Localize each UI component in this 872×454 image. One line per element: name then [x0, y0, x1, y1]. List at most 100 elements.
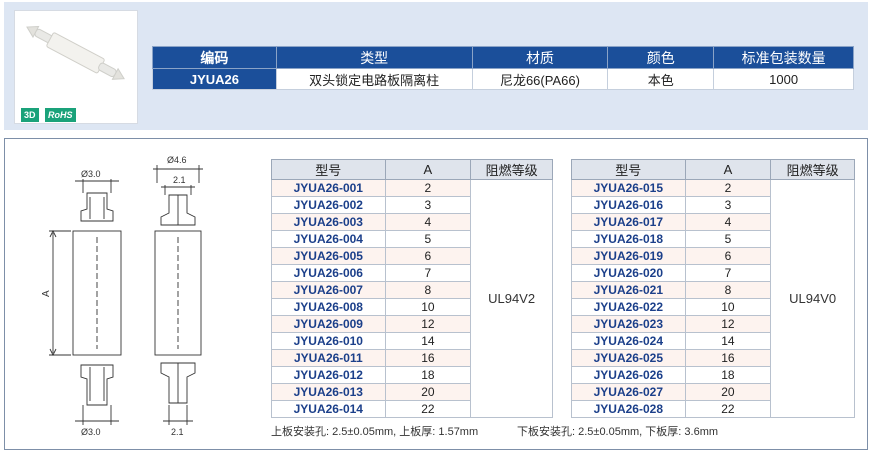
model-cell: JYUA26-027	[571, 383, 686, 401]
spec-header-code: 编码	[152, 46, 277, 69]
rohs-badge: RoHS	[45, 108, 76, 122]
a-value-cell: 4	[384, 213, 472, 231]
a-value-cell: 7	[384, 264, 472, 282]
header-rating: 阻燃等级	[470, 159, 553, 180]
a-value-cell: 16	[684, 349, 772, 367]
a-value-cell: 18	[384, 366, 472, 384]
spec-package-qty: 1000	[713, 68, 854, 90]
model-cell: JYUA26-011	[271, 349, 386, 367]
spec-header-row: 编码 类型 材质 颜色 标准包装数量	[152, 46, 854, 69]
a-value-cell: 20	[684, 383, 772, 401]
a-value-cell: 22	[384, 400, 472, 418]
dim-bottom-right: 2.1	[171, 427, 184, 437]
header-model: 型号	[571, 159, 686, 180]
a-value-cell: 22	[684, 400, 772, 418]
detail-panel: Ø3.0 Ø4.6 2.1 Ø3.0 2.1 A 型号 A 阻燃等级 JYUA2…	[4, 138, 868, 450]
spec-header-material: 材质	[471, 46, 609, 69]
header-a: A	[384, 159, 472, 180]
model-cell: JYUA26-010	[271, 332, 386, 350]
part-table-left-header: 型号 A 阻燃等级	[271, 159, 553, 180]
spec-table: 编码 类型 材质 颜色 标准包装数量 JYUA26 双头锁定电路板隔离柱 尼龙6…	[152, 46, 854, 90]
a-value-cell: 10	[684, 298, 772, 316]
a-value-cell: 8	[384, 281, 472, 299]
model-cell: JYUA26-018	[571, 230, 686, 248]
spec-material: 尼龙66(PA66)	[471, 68, 609, 90]
part-table-left-body: JYUA26-001 2 UL94V2 JYUA26-002 3 JYUA26-003 4 J…	[271, 179, 553, 418]
model-cell: JYUA26-002	[271, 196, 386, 214]
a-value-cell: 8	[684, 281, 772, 299]
a-value-cell: 14	[384, 332, 472, 350]
part-table-right-header: 型号 A 阻燃等级	[571, 159, 855, 180]
model-cell: JYUA26-023	[571, 315, 686, 333]
table-row: JYUA26-001 2 UL94V2	[271, 179, 553, 418]
a-value-cell: 2	[384, 179, 472, 197]
model-cell: JYUA26-021	[571, 281, 686, 299]
a-value-cell: 5	[384, 230, 472, 248]
model-cell: JYUA26-001	[271, 179, 386, 197]
model-cell: JYUA26-017	[571, 213, 686, 231]
part-table-right: 型号 A 阻燃等级 JYUA26-015 2 UL94V0 JYUA26-016 3 JY…	[571, 159, 855, 418]
product-image: 3D RoHS	[14, 10, 138, 124]
a-value-cell: 14	[684, 332, 772, 350]
a-value-cell: 20	[384, 383, 472, 401]
model-cell: JYUA26-020	[571, 264, 686, 282]
technical-drawing: Ø3.0 Ø4.6 2.1 Ø3.0 2.1 A	[41, 155, 203, 437]
part-table-left: 型号 A 阻燃等级 JYUA26-001 2 UL94V2 JYUA26-002 3 JY…	[271, 159, 553, 418]
product-header-panel: 3D RoHS 编码 类型 材质 颜色 标准包装数量 JYUA26 双头锁定电路…	[4, 2, 868, 130]
model-cell: JYUA26-026	[571, 366, 686, 384]
model-cell: JYUA26-014	[271, 400, 386, 418]
model-cell: JYUA26-015	[571, 179, 686, 197]
header-a: A	[684, 159, 772, 180]
spec-header-type: 类型	[275, 46, 473, 69]
a-value-cell: 10	[384, 298, 472, 316]
a-value-cell: 3	[684, 196, 772, 214]
spec-color: 本色	[607, 68, 715, 90]
3d-badge: 3D	[21, 108, 39, 122]
spec-header-package: 标准包装数量	[713, 46, 854, 69]
table-row: JYUA26-015 2 UL94V0	[571, 179, 855, 418]
spec-type: 双头锁定电路板隔离柱	[275, 68, 473, 90]
model-cell: JYUA26-004	[271, 230, 386, 248]
a-value-cell: 18	[684, 366, 772, 384]
spacer-photo	[26, 25, 125, 80]
a-value-cell: 6	[684, 247, 772, 265]
model-cell: JYUA26-028	[571, 400, 686, 418]
a-value-cell: 4	[684, 213, 772, 231]
model-cell: JYUA26-012	[271, 366, 386, 384]
dim-top-right-outer: Ø4.6	[167, 155, 187, 165]
a-value-cell: 16	[384, 349, 472, 367]
dim-bottom-left: Ø3.0	[81, 427, 101, 437]
rating-cell: UL94V0	[770, 179, 855, 418]
a-value-cell: 7	[684, 264, 772, 282]
a-value-cell: 3	[384, 196, 472, 214]
lower-board-note: 下板安装孔: 2.5±0.05mm, 下板厚: 3.6mm	[517, 426, 719, 438]
model-cell: JYUA26-025	[571, 349, 686, 367]
model-cell: JYUA26-009	[271, 315, 386, 333]
spec-code: JYUA26	[152, 68, 277, 90]
model-cell: JYUA26-007	[271, 281, 386, 299]
model-cell: JYUA26-008	[271, 298, 386, 316]
spec-header-color: 颜色	[607, 46, 715, 69]
a-value-cell: 12	[684, 315, 772, 333]
model-cell: JYUA26-016	[571, 196, 686, 214]
part-table-right-body: JYUA26-015 2 UL94V0 JYUA26-016 3 JYUA26-017 4 J…	[571, 179, 855, 418]
spec-data-row: JYUA26 双头锁定电路板隔离柱 尼龙66(PA66) 本色 1000	[152, 68, 854, 90]
model-cell: JYUA26-013	[271, 383, 386, 401]
a-value-cell: 6	[384, 247, 472, 265]
rating-cell: UL94V2	[470, 179, 553, 418]
dim-top-right-inner: 2.1	[173, 175, 186, 185]
header-model: 型号	[271, 159, 386, 180]
header-rating: 阻燃等级	[770, 159, 855, 180]
model-cell: JYUA26-005	[271, 247, 386, 265]
model-cell: JYUA26-006	[271, 264, 386, 282]
model-cell: JYUA26-024	[571, 332, 686, 350]
a-value-cell: 12	[384, 315, 472, 333]
model-cell: JYUA26-003	[271, 213, 386, 231]
a-value-cell: 2	[684, 179, 772, 197]
model-cell: JYUA26-022	[571, 298, 686, 316]
model-cell: JYUA26-019	[571, 247, 686, 265]
dim-side-a: A	[41, 290, 52, 297]
dim-top-left: Ø3.0	[81, 169, 101, 179]
a-value-cell: 5	[684, 230, 772, 248]
upper-board-note: 上板安装孔: 2.5±0.05mm, 上板厚: 1.57mm	[271, 426, 479, 438]
